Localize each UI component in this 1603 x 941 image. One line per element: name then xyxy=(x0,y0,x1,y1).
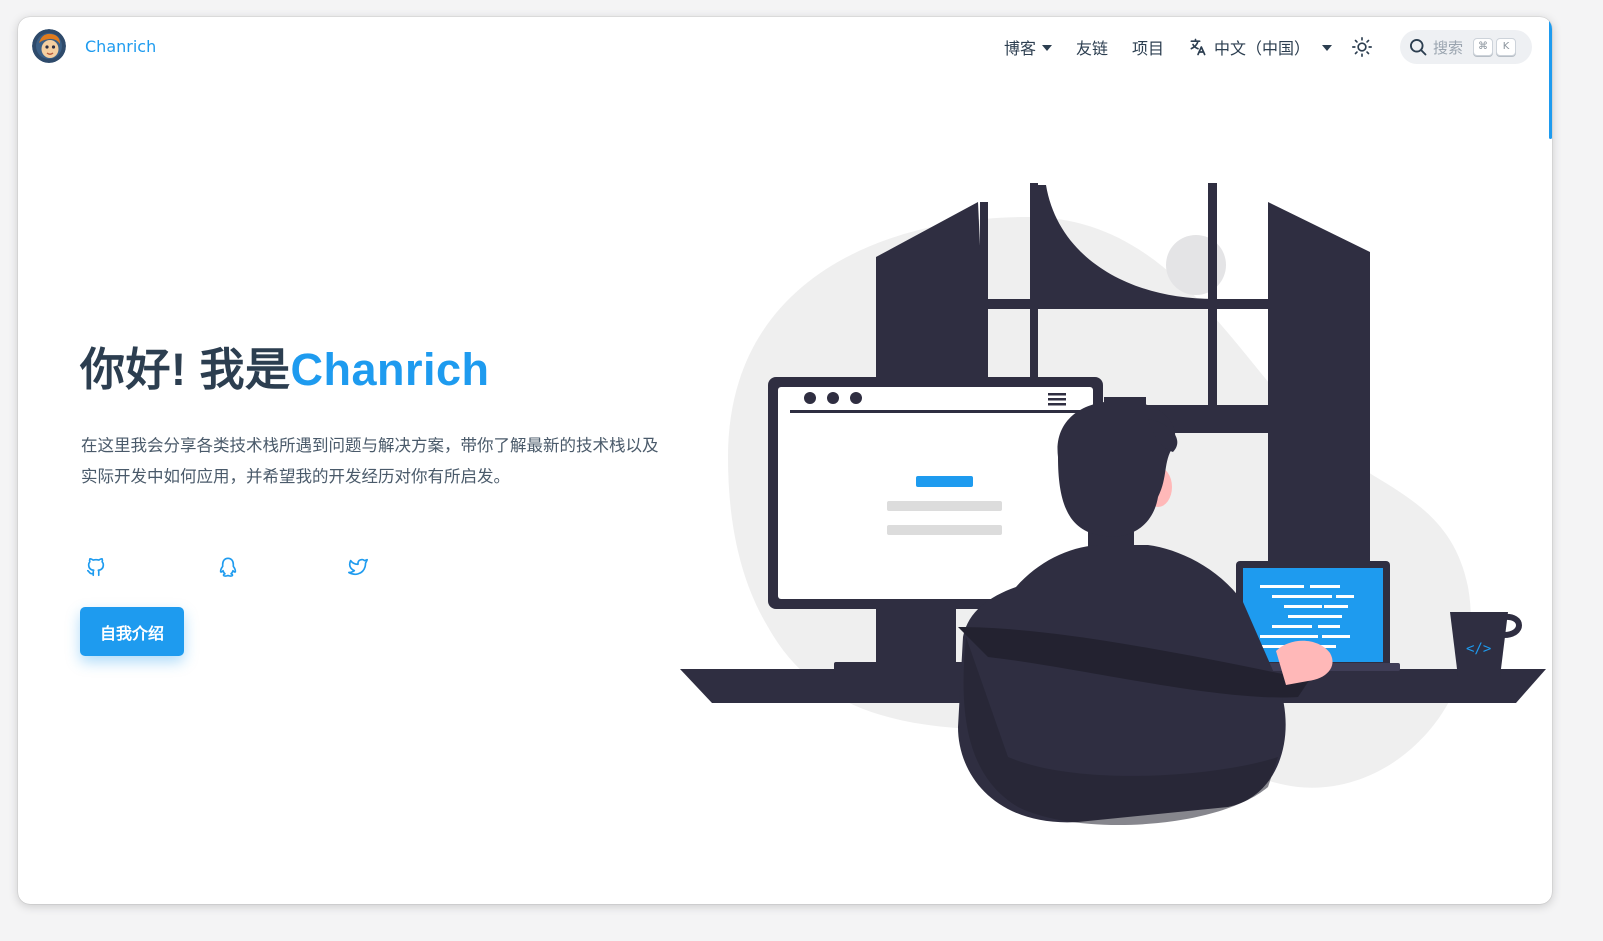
nav-item-projects[interactable]: 项目 xyxy=(1132,35,1164,59)
nav-links-label: 友链 xyxy=(1075,39,1108,58)
sun-icon xyxy=(1352,37,1372,57)
social-links xyxy=(84,555,384,583)
nav-item-friend-links[interactable]: 友链 xyxy=(1076,35,1108,59)
language-selector[interactable]: 中文（中国） xyxy=(1188,35,1332,59)
search-button[interactable]: 搜索 ⌘ K xyxy=(1400,30,1532,64)
qq-link[interactable] xyxy=(216,555,240,579)
nav-menu: 博客 友链 项目 中文（中国） 搜索 ⌘ K xyxy=(1004,30,1532,64)
pillar-left xyxy=(876,202,986,377)
svg-text:</>: </> xyxy=(1466,641,1491,657)
hero-title-prefix: 你好! 我是 xyxy=(80,344,291,395)
theme-toggle-button[interactable] xyxy=(1350,35,1374,59)
nav-blog-label: 博客 xyxy=(1003,39,1036,58)
frame-post-2 xyxy=(1208,183,1217,413)
nav-item-blog[interactable]: 博客 xyxy=(1004,35,1052,59)
translate-icon xyxy=(1190,38,1206,56)
github-link[interactable] xyxy=(84,555,108,579)
hero-description: 在这里我会分享各类技术栈所遇到问题与解决方案，带你了解最新的技术栈以及实际开发中… xyxy=(81,436,659,486)
github-icon xyxy=(86,557,105,577)
hero-title-name: Chanrich xyxy=(290,344,490,395)
brand-link[interactable]: Chanrich xyxy=(32,29,156,63)
scrollbar[interactable] xyxy=(1549,17,1552,139)
k-key: K xyxy=(1496,38,1517,56)
search-placeholder: 搜索 xyxy=(1433,38,1464,57)
about-me-button[interactable]: 自我介绍 xyxy=(80,607,184,656)
screen-button xyxy=(916,476,973,487)
chevron-down-icon xyxy=(1322,45,1332,51)
monitor-stand xyxy=(876,607,956,669)
twitter-link[interactable] xyxy=(346,555,370,579)
command-key: ⌘ xyxy=(1473,38,1494,56)
chevron-down-icon xyxy=(1041,45,1052,51)
nav-projects-label: 项目 xyxy=(1131,39,1164,58)
search-icon xyxy=(1410,39,1427,56)
pillar-right xyxy=(1268,202,1370,577)
avatar-icon xyxy=(32,29,66,63)
qq-icon xyxy=(219,557,237,577)
arch xyxy=(1030,185,1264,309)
frame-top-bar xyxy=(978,299,1278,309)
cup-stand xyxy=(1104,397,1146,409)
language-label: 中文（中国） xyxy=(1213,39,1310,58)
twitter-icon xyxy=(348,558,368,576)
hero-title: 你好! 我是Chanrich xyxy=(80,333,490,398)
navbar: Chanrich 博客 友链 项目 中文（中国） 搜索 ⌘ K xyxy=(18,17,1552,77)
search-shortcut: ⌘ K xyxy=(1473,38,1519,56)
developer-illustration: </> xyxy=(680,183,1546,826)
brand-name: Chanrich xyxy=(85,36,157,56)
browser-window: Chanrich 博客 友链 项目 中文（中国） 搜索 ⌘ K 你好! 我是Ch… xyxy=(18,17,1552,904)
